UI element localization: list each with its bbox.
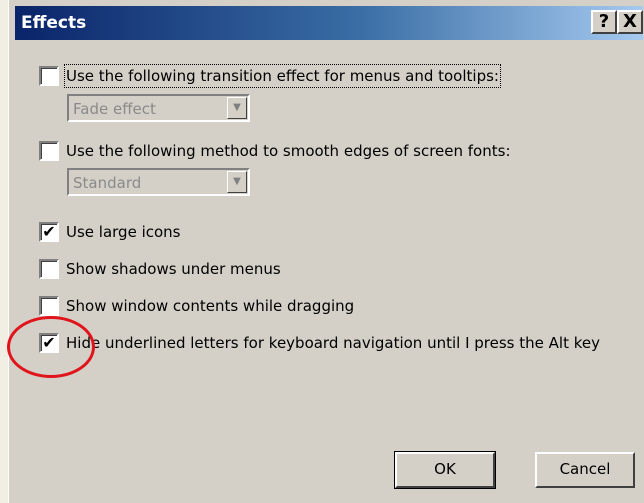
select-value: Standard [73, 174, 142, 192]
option-smooth-fonts[interactable]: Use the following method to smooth edges… [39, 141, 599, 161]
option-label: Use the following transition effect for … [64, 64, 501, 88]
effects-dialog: Effects ? X Use the following transition… [7, 0, 644, 503]
checkbox-window-contents-dragging[interactable] [39, 296, 59, 316]
checkbox-large-icons[interactable]: ✔ [39, 222, 59, 242]
option-hide-underlined-letters[interactable]: ✔ Hide underlined letters for keyboard n… [39, 333, 639, 353]
checkbox-smooth-fonts[interactable] [39, 141, 59, 161]
close-button[interactable]: X [617, 10, 643, 34]
ok-button[interactable]: OK [394, 451, 496, 489]
option-label: Hide underlined letters for keyboard nav… [66, 334, 600, 352]
transition-effect-select[interactable]: Fade effect ▼ [67, 94, 250, 122]
check-mark-icon: ✔ [42, 333, 56, 352]
option-large-icons[interactable]: ✔ Use large icons [39, 222, 339, 242]
option-transition-effect[interactable]: Use the following transition effect for … [39, 64, 599, 88]
select-value: Fade effect [73, 100, 156, 118]
option-label: Show window contents while dragging [66, 297, 355, 315]
option-window-contents-dragging[interactable]: Show window contents while dragging [39, 296, 399, 316]
font-smoothing-select[interactable]: Standard ▼ [67, 168, 250, 196]
cancel-button[interactable]: Cancel [535, 452, 635, 488]
chevron-down-icon[interactable]: ▼ [227, 97, 247, 119]
checkbox-transition-effect[interactable] [39, 66, 59, 86]
option-menu-shadows[interactable]: Show shadows under menus [39, 259, 339, 279]
chevron-down-icon[interactable]: ▼ [227, 171, 247, 193]
option-label: Use large icons [66, 223, 181, 241]
checkbox-hide-underlined-letters[interactable]: ✔ [39, 333, 59, 353]
option-label: Show shadows under menus [66, 260, 281, 278]
checkbox-menu-shadows[interactable] [39, 259, 59, 279]
help-button[interactable]: ? [591, 10, 617, 34]
dialog-title: Effects [21, 13, 87, 33]
option-label: Use the following method to smooth edges… [66, 142, 511, 160]
check-mark-icon: ✔ [42, 222, 56, 241]
desktop-edge [0, 0, 8, 503]
title-bar: Effects ? X [15, 6, 643, 40]
